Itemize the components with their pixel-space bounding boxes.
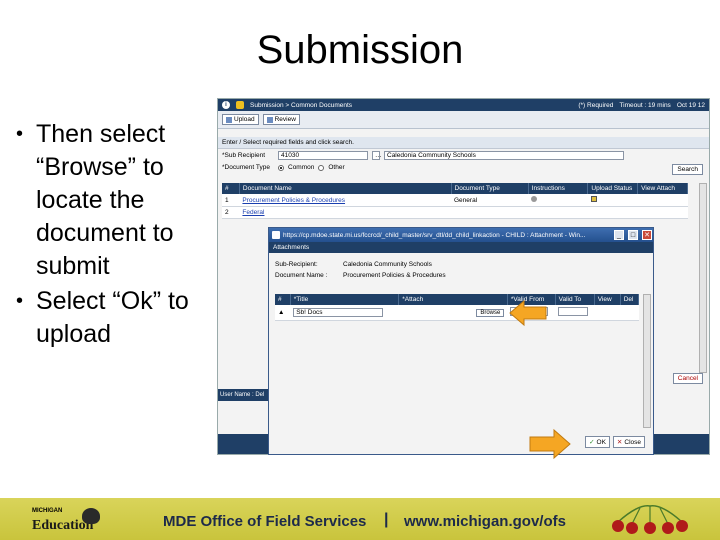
check-icon: ✓ bbox=[589, 439, 595, 446]
dialog-titlebar[interactable]: https://cp.mdoe.state.mi.us/fccrcd/_chil… bbox=[269, 228, 653, 242]
ok-label: OK bbox=[596, 438, 606, 446]
michigan-mark-icon bbox=[82, 508, 100, 524]
lookup-icon[interactable]: … bbox=[372, 151, 382, 160]
sub-recipient-code-field[interactable]: 41030 bbox=[278, 151, 368, 160]
upload-button[interactable]: Upload bbox=[222, 114, 259, 125]
cherries-icon bbox=[612, 505, 688, 534]
required-note: (*) Required bbox=[578, 101, 614, 109]
main-scrollbar[interactable] bbox=[699, 183, 707, 373]
col-view-attach[interactable]: View Attach bbox=[637, 183, 688, 194]
browser-icon bbox=[272, 231, 280, 239]
dialog-sub-recipient-label: Sub-Recipient: bbox=[275, 261, 318, 268]
mde-logo: MICHIGAN Education bbox=[26, 504, 106, 536]
footer-office: MDE Office of Field Services bbox=[163, 513, 367, 530]
close-x-icon: ✕ bbox=[616, 439, 623, 446]
sub-recipient-row: *Sub Recipient 41030 … Caledonia Communi… bbox=[218, 149, 709, 162]
table-row: ▲ Sb! Docs Browse bbox=[275, 305, 639, 321]
browse-button[interactable]: Browse bbox=[476, 309, 505, 317]
upload-label: Upload bbox=[234, 116, 255, 123]
search-button[interactable]: Search bbox=[672, 164, 703, 175]
upload-status-icon bbox=[590, 196, 597, 202]
bullet-list: Then select “Browse” to locate the docum… bbox=[14, 118, 214, 353]
table-header-row: # Document Name Document Type Instructio… bbox=[222, 183, 688, 194]
breadcrumb: Submission > Common Documents bbox=[250, 101, 353, 109]
logo-top-text: MICHIGAN bbox=[32, 508, 63, 514]
arrow-to-ok-icon bbox=[529, 428, 571, 460]
col-upload-status[interactable]: Upload Status bbox=[587, 183, 639, 194]
attachments-header-row: # *Title *Attach *Valid From Valid To Vi… bbox=[275, 294, 640, 305]
upload-icon bbox=[226, 116, 232, 123]
bullet-ok: Select “Ok” to upload bbox=[14, 285, 214, 351]
row-type: General bbox=[451, 194, 529, 207]
att-col-title: *Title bbox=[290, 294, 400, 305]
dialog-sub-recipient-value: Caledonia Community Schools bbox=[343, 261, 432, 268]
document-type-label: *Document Type bbox=[222, 164, 270, 171]
document-link[interactable]: Federal bbox=[242, 209, 264, 216]
close-button[interactable]: ✕ Close bbox=[612, 436, 645, 448]
folder-icon[interactable] bbox=[236, 101, 244, 109]
dialog-sub-recipient-row: Sub-Recipient: Caledonia Community Schoo… bbox=[269, 259, 653, 270]
info-icon[interactable]: i bbox=[222, 101, 230, 109]
attachments-dialog: https://cp.mdoe.state.mi.us/fccrcd/_chil… bbox=[268, 227, 654, 455]
radio-other-label: Other bbox=[328, 164, 345, 171]
dialog-document-name-value: Procurement Policies & Procedures bbox=[343, 272, 446, 279]
row-num: 2 bbox=[222, 206, 240, 219]
dialog-button-bar: ✓ OK ✕ Close bbox=[585, 436, 645, 448]
radio-other[interactable] bbox=[318, 164, 325, 171]
footer-url[interactable]: www.michigan.gov/ofs bbox=[404, 513, 566, 530]
dialog-document-name-row: Document Name : Procurement Policies & P… bbox=[269, 270, 653, 281]
col-instructions[interactable]: Instructions bbox=[528, 183, 589, 194]
row-indicator-icon: ▲ bbox=[275, 305, 291, 321]
col-document-name[interactable]: Document Name bbox=[239, 183, 452, 194]
maximize-icon[interactable]: □ bbox=[628, 230, 638, 240]
review-label: Review bbox=[274, 116, 296, 123]
sub-recipient-label: *Sub Recipient bbox=[222, 152, 265, 159]
table-row[interactable]: 1 Procurement Policies & Procedures Gene… bbox=[222, 194, 688, 207]
att-col-del: Del bbox=[620, 294, 640, 305]
dialog-window-title: https://cp.mdoe.state.mi.us/fccrcd/_chil… bbox=[283, 231, 586, 239]
radio-common-label: Common bbox=[288, 164, 315, 171]
dialog-scrollbar[interactable] bbox=[643, 294, 651, 428]
att-col-num: # bbox=[275, 294, 291, 305]
close-label: Close bbox=[624, 438, 641, 446]
col-num[interactable]: # bbox=[222, 183, 240, 194]
radio-common[interactable] bbox=[278, 164, 284, 171]
row-num: 1 bbox=[222, 194, 240, 207]
sub-recipient-name-field[interactable]: Caledonia Community Schools bbox=[384, 151, 624, 160]
close-icon[interactable]: ✕ bbox=[642, 230, 652, 240]
document-link[interactable]: Procurement Policies & Procedures bbox=[242, 197, 345, 204]
review-button[interactable]: Review bbox=[262, 114, 300, 125]
attachments-table: # *Title *Attach *Valid From Valid To Vi… bbox=[275, 294, 640, 321]
document-type-row: *Document Type Common Other bbox=[218, 162, 709, 173]
dialog-document-name-label: Document Name : bbox=[275, 272, 328, 279]
att-col-valid-to: Valid To bbox=[555, 294, 595, 305]
search-section-header: Enter / Select required fields and click… bbox=[218, 137, 709, 149]
table-row[interactable]: 2 Federal bbox=[222, 206, 688, 219]
bullet-browse: Then select “Browse” to locate the docum… bbox=[14, 118, 214, 283]
app-toolbar: Upload Review bbox=[218, 111, 709, 129]
att-col-attach: *Attach bbox=[398, 294, 508, 305]
slide-title: Submission bbox=[256, 28, 464, 72]
app-topbar: i Submission > Common Documents (*) Requ… bbox=[218, 99, 709, 111]
attachments-header: Attachments bbox=[269, 242, 653, 253]
ok-button[interactable]: ✓ OK bbox=[585, 436, 610, 448]
date-label: Oct 19 12 bbox=[676, 101, 705, 109]
title-input[interactable]: Sb! Docs bbox=[293, 308, 384, 317]
valid-to-input[interactable] bbox=[558, 307, 589, 316]
review-icon bbox=[266, 116, 273, 123]
arrow-to-browse-icon bbox=[509, 299, 547, 327]
att-col-view: View bbox=[594, 294, 621, 305]
cancel-button[interactable]: Cancel bbox=[672, 373, 703, 384]
instructions-icon[interactable] bbox=[531, 196, 538, 202]
documents-table: # Document Name Document Type Instructio… bbox=[222, 183, 688, 219]
footer-separator: | bbox=[384, 511, 389, 528]
col-document-type[interactable]: Document Type bbox=[451, 183, 529, 194]
minimize-icon[interactable]: _ bbox=[614, 230, 624, 240]
timeout-label: Timeout : 19 mins bbox=[619, 101, 671, 109]
